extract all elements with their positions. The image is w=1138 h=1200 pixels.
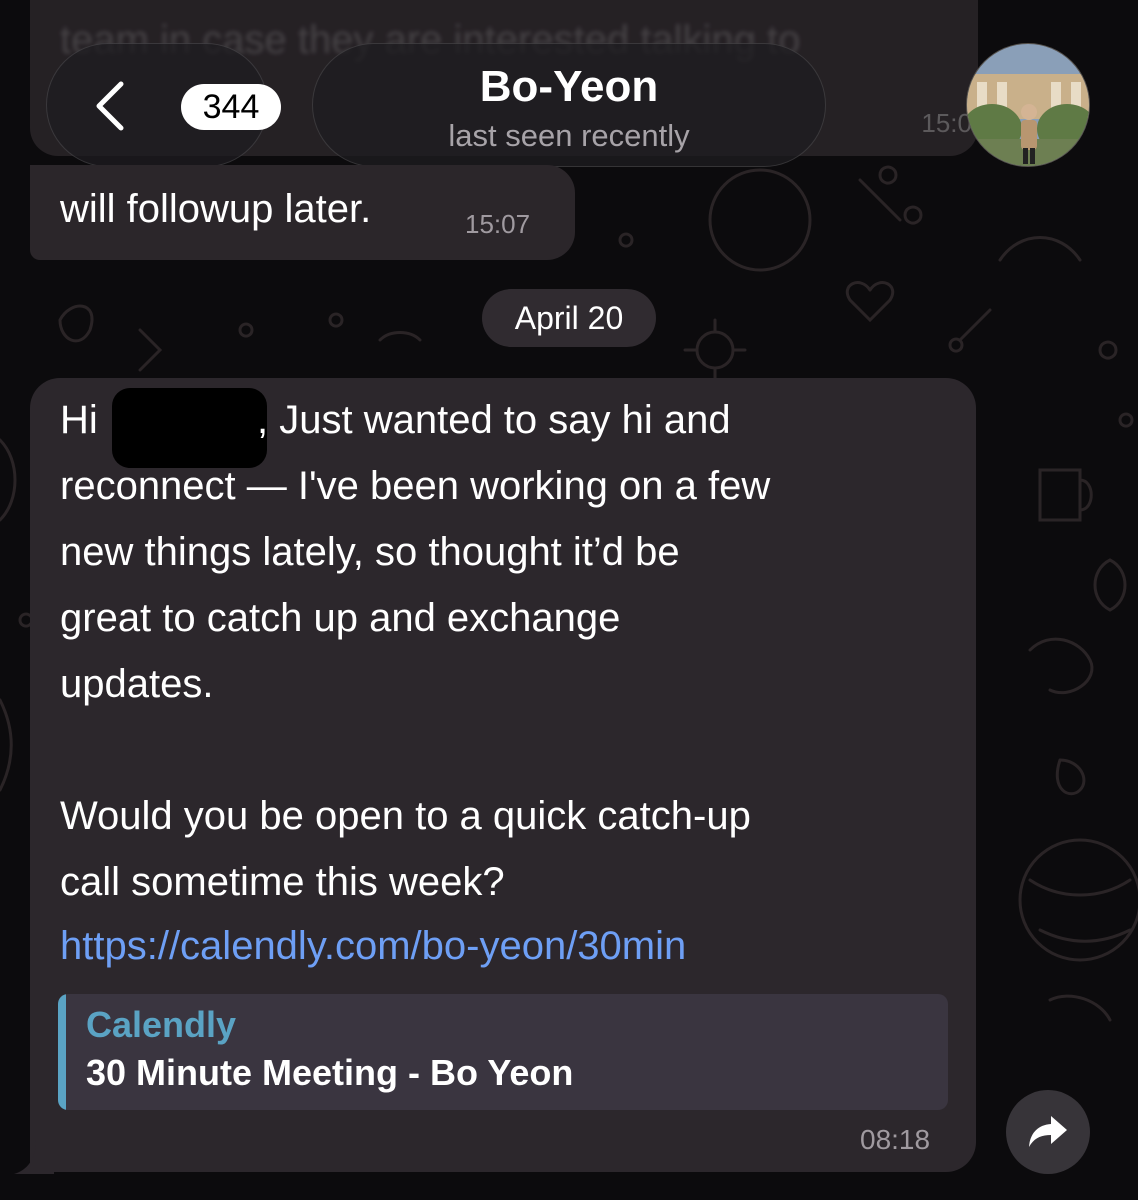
- message-time: 08:18: [860, 1124, 931, 1155]
- message-line: Would you be open to a quick catch-up: [60, 794, 751, 838]
- message-line: Hi: [60, 398, 98, 442]
- preview-accent-bar: [58, 994, 66, 1110]
- bubble-tail: [14, 1140, 54, 1174]
- back-chevron-icon: [96, 81, 124, 131]
- message-line: reconnect — I've been working on a few: [60, 464, 771, 508]
- faded-message-time: 15:0: [921, 108, 972, 138]
- message-line: updates.: [60, 662, 214, 706]
- contact-status: last seen recently: [448, 118, 690, 153]
- forward-share-icon: [1029, 1116, 1067, 1147]
- previous-message-text: will followup later.: [60, 187, 372, 231]
- message-line: new things lately, so thought it’d be: [60, 530, 680, 574]
- preview-site-name: Calendly: [86, 1004, 237, 1045]
- calendly-link[interactable]: https://calendly.com/bo-yeon/30min: [60, 924, 686, 969]
- redaction-mark: [112, 388, 267, 468]
- avatar-photo: [967, 44, 1089, 166]
- date-separator: April 20: [482, 289, 656, 347]
- chat-header-title[interactable]: Bo-Yeon last seen recently: [312, 43, 826, 167]
- message-line: call sometime this week?: [60, 860, 505, 904]
- unread-count-badge: 344: [181, 84, 281, 130]
- forward-button[interactable]: [1006, 1090, 1090, 1174]
- contact-name: Bo-Yeon: [479, 62, 659, 111]
- link-preview-card[interactable]: Calendly 30 Minute Meeting - Bo Yeon: [58, 994, 948, 1110]
- previous-message-bubble[interactable]: will followup later. 15:07: [30, 165, 575, 260]
- message-line: , Just wanted to say hi and: [257, 398, 731, 442]
- back-button[interactable]: 344: [46, 43, 281, 167]
- previous-message-time: 15:07: [465, 209, 531, 239]
- message-line: great to catch up and exchange: [60, 596, 621, 640]
- avatar[interactable]: [966, 43, 1090, 167]
- preview-title: 30 Minute Meeting - Bo Yeon: [86, 1052, 574, 1093]
